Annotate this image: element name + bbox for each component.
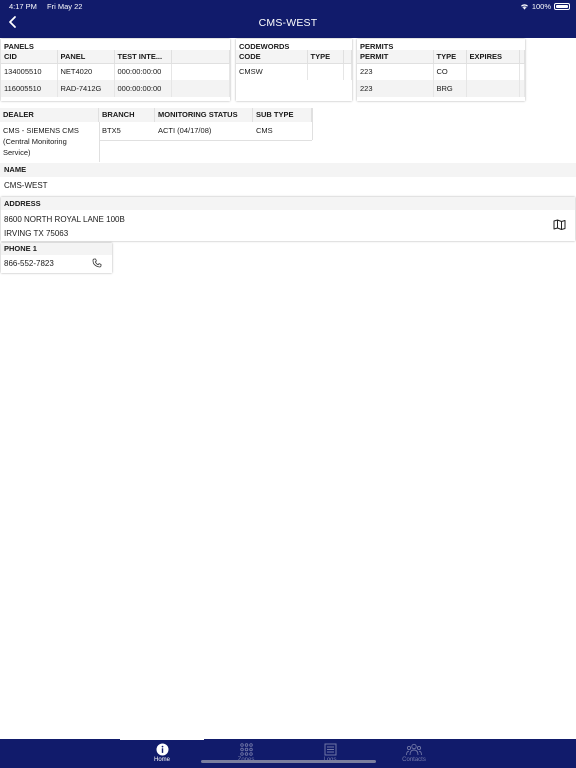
cell-blank (171, 63, 230, 80)
name-label: NAME (0, 163, 576, 177)
table-row[interactable]: 134005510 NET4020 000:00:00:00 (1, 63, 230, 80)
tab-contacts-label: Contacts (402, 757, 426, 763)
status-bar-left: 4:17 PM Fri May 22 (9, 2, 90, 11)
sub-type-label: SUB TYPE (253, 108, 312, 122)
cell-type (307, 63, 344, 80)
permits-title: PERMITS (360, 42, 394, 51)
column-header-permit[interactable]: PERMIT (357, 50, 434, 64)
status-time: 4:17 PM (9, 2, 37, 11)
navigation-bar: 4:17 PM Fri May 22 100% CMS-WEST (0, 0, 576, 38)
cell-blank (343, 63, 352, 80)
codewords-title: CODEWORDS (239, 42, 290, 51)
column-header-type[interactable]: TYPE (307, 50, 344, 64)
address-card[interactable]: ADDRESS 8600 NORTH ROYAL LANE 100B IRVIN… (1, 197, 575, 241)
cell-test-interval: 000:00:00:00 (114, 63, 172, 80)
phone-card[interactable]: PHONE 1 866-552-7823 (1, 243, 112, 273)
sub-type-value: CMS (256, 126, 273, 135)
cell-cid: 116005510 (1, 80, 58, 97)
column-header-cid[interactable]: CID (1, 50, 58, 64)
column-header-type[interactable]: TYPE (433, 50, 467, 64)
cell-test-interval: 000:00:00:00 (114, 80, 172, 97)
tab-contacts[interactable]: Contacts (384, 741, 444, 763)
cell-type: CO (433, 63, 467, 80)
tab-indicator (120, 739, 204, 740)
cell-blank (519, 63, 525, 80)
column-header-blank (519, 50, 525, 64)
status-date: Fri May 22 (47, 2, 83, 11)
tab-bar: Home Zones Logs Contacts (0, 739, 576, 768)
tab-home[interactable]: Home (132, 741, 192, 763)
table-row[interactable]: 223 BRG (357, 80, 525, 97)
log-icon (324, 743, 336, 755)
monitoring-status-field: MONITORING STATUS ACTI (04/17/08) (155, 108, 253, 140)
column-header-panel[interactable]: PANEL (57, 50, 115, 64)
info-icon (156, 743, 168, 755)
column-header-code[interactable]: CODE (236, 50, 308, 64)
cell-cid: 134005510 (1, 63, 58, 80)
battery-icon (554, 3, 570, 10)
address-label: ADDRESS (1, 197, 575, 210)
panels-card: PANELS CID PANEL TEST INTE... 134005510 … (1, 39, 230, 101)
codewords-table: CODE TYPE CMSW (236, 50, 352, 80)
grid-icon (239, 742, 253, 756)
page-title: CMS-WEST (258, 17, 318, 29)
cell-blank (171, 80, 230, 97)
column-header-blank (171, 50, 230, 64)
cell-blank (519, 80, 525, 97)
dealer-value: CMS - SIEMENS CMS (Central Monitoring Se… (3, 126, 79, 157)
table-row[interactable]: 223 CO (357, 63, 525, 80)
battery-percent: 100% (531, 2, 551, 11)
home-indicator[interactable] (201, 760, 376, 763)
cell-type: BRG (433, 80, 467, 97)
codewords-card: CODEWORDS CODE TYPE CMSW (236, 39, 352, 101)
name-value: CMS-WEST (4, 181, 48, 190)
sub-type-field: SUB TYPE CMS (253, 108, 312, 140)
contacts-icon (406, 743, 422, 755)
branch-value: BTX5 (102, 126, 121, 135)
column-header-blank (343, 50, 352, 64)
cell-code: CMSW (236, 63, 308, 80)
permits-card: PERMITS PERMIT TYPE EXPIRES 223 CO 223 B… (357, 39, 525, 101)
table-row[interactable]: CMSW (236, 63, 352, 80)
map-icon[interactable] (553, 219, 566, 230)
dealer-field: DEALER CMS - SIEMENS CMS (Central Monito… (0, 108, 99, 162)
column-header-expires[interactable]: EXPIRES (466, 50, 520, 64)
monitoring-status-label: MONITORING STATUS (155, 108, 253, 122)
monitoring-status-value: ACTI (04/17/08) (158, 126, 212, 135)
table-row[interactable]: 116005510 RAD-7412G 000:00:00:00 (1, 80, 230, 97)
branch-label: BRANCH (99, 108, 155, 122)
panels-table: CID PANEL TEST INTE... 134005510 NET4020… (1, 50, 230, 97)
dealer-label: DEALER (0, 108, 99, 122)
cell-panel: RAD-7412G (57, 80, 115, 97)
cell-permit: 223 (357, 80, 434, 97)
phone-label: PHONE 1 (1, 243, 112, 255)
cell-panel: NET4020 (57, 63, 115, 80)
branch-field: BRANCH BTX5 (99, 108, 155, 140)
phone-icon[interactable] (92, 258, 102, 268)
address-line2: IRVING TX 75063 (4, 229, 69, 238)
cell-permit: 223 (357, 63, 434, 80)
column-header-test-interval[interactable]: TEST INTE... (114, 50, 172, 64)
cell-expires (466, 80, 520, 97)
address-line1: 8600 NORTH ROYAL LANE 100B (4, 215, 125, 224)
cell-expires (466, 63, 520, 80)
permits-table: PERMIT TYPE EXPIRES 223 CO 223 BRG (357, 50, 525, 97)
wifi-icon (520, 4, 528, 10)
panels-title: PANELS (4, 42, 34, 51)
tab-home-label: Home (153, 757, 170, 763)
status-bar-right: 100% (520, 2, 570, 11)
